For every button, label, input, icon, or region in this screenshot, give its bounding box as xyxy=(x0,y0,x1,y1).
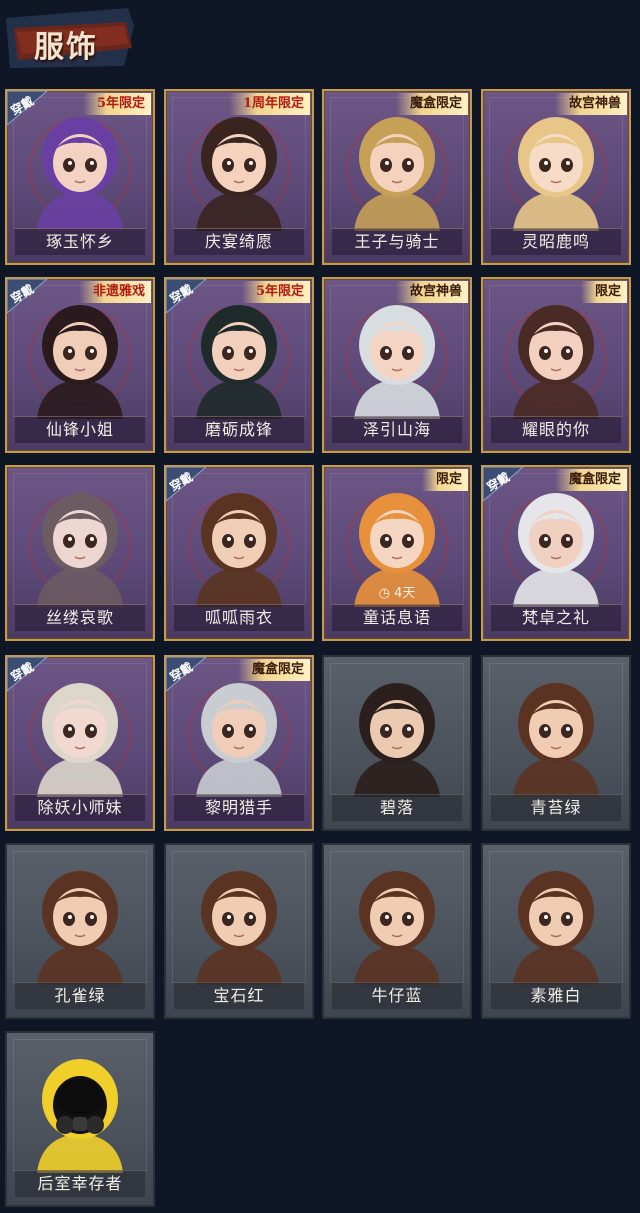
limited-badge: 非遗雅戏 xyxy=(78,281,151,303)
wearing-tag: 穿戴 xyxy=(7,657,61,695)
header-tab: 服饰 xyxy=(6,8,134,68)
outfit-card[interactable]: 限定耀眼的你 xyxy=(481,277,631,453)
outfit-card[interactable]: 青苔绿 xyxy=(481,655,631,831)
outfit-card[interactable]: 孔雀绿 xyxy=(5,843,155,1019)
limited-badge: 5年限定 xyxy=(241,281,310,303)
outfit-card[interactable]: 穿戴呱呱雨衣 xyxy=(164,465,314,641)
outfit-name: 梵卓之礼 xyxy=(491,604,621,631)
outfit-name: 王子与骑士 xyxy=(332,228,462,255)
outfit-name: 灵昭鹿鸣 xyxy=(491,228,621,255)
outfit-name: 素雅白 xyxy=(491,982,621,1009)
outfit-card[interactable]: 穿戴 魔盒限定梵卓之礼 xyxy=(481,465,631,641)
outfit-card[interactable]: 限定 ◷ 4天童话息语 xyxy=(322,465,472,641)
outfit-name: 琢玉怀乡 xyxy=(15,228,145,255)
outfit-card[interactable]: 穿戴 非遗雅戏仙锋小姐 xyxy=(5,277,155,453)
outfit-name: 孔雀绿 xyxy=(15,982,145,1009)
character-portrait xyxy=(354,871,440,985)
limited-badge: 5年限定 xyxy=(82,93,151,115)
outfit-name: 牛仔蓝 xyxy=(332,982,462,1009)
outfit-name: 除妖小师妹 xyxy=(15,794,145,821)
outfit-card[interactable]: 故宫神兽灵昭鹿鸣 xyxy=(481,89,631,265)
wearing-tag: 穿戴 xyxy=(7,91,61,129)
outfit-name: 青苔绿 xyxy=(491,794,621,821)
limited-badge: 故宫神兽 xyxy=(554,93,627,115)
outfit-card[interactable]: 穿戴 5年限定磨砺成锋 xyxy=(164,277,314,453)
outfit-name: 童话息语 xyxy=(332,604,462,631)
outfit-card[interactable]: 穿戴除妖小师妹 xyxy=(5,655,155,831)
limited-badge: 故宫神兽 xyxy=(395,281,468,303)
outfit-card[interactable]: 牛仔蓝 xyxy=(322,843,472,1019)
page-title: 服饰 xyxy=(34,30,98,65)
limited-badge: 限定 xyxy=(580,281,627,303)
outfit-card[interactable]: 1周年限定庆宴绮愿 xyxy=(164,89,314,265)
outfit-card[interactable]: 碧落 xyxy=(322,655,472,831)
expiry-timer: ◷ 4天 xyxy=(324,582,470,601)
outfit-card[interactable]: 穿戴 5年限定琢玉怀乡 xyxy=(5,89,155,265)
outfit-card[interactable]: 素雅白 xyxy=(481,843,631,1019)
limited-badge: 1周年限定 xyxy=(228,93,310,115)
character-portrait xyxy=(354,683,440,797)
character-portrait xyxy=(513,871,599,985)
character-portrait xyxy=(37,1059,123,1173)
limited-badge: 魔盒限定 xyxy=(395,93,468,115)
outfit-card[interactable]: 故宫神兽泽引山海 xyxy=(322,277,472,453)
outfit-name: 宝石红 xyxy=(174,982,304,1009)
character-portrait xyxy=(37,871,123,985)
character-portrait xyxy=(513,683,599,797)
outfit-card[interactable]: 穿戴 魔盒限定黎明猎手 xyxy=(164,655,314,831)
limited-badge: 魔盒限定 xyxy=(237,659,310,681)
outfit-card[interactable]: 宝石红 xyxy=(164,843,314,1019)
outfit-name: 泽引山海 xyxy=(332,416,462,443)
limited-badge: 限定 xyxy=(421,469,468,491)
timer-value: 4天 xyxy=(394,586,416,601)
outfit-name: 丝缕哀歌 xyxy=(15,604,145,631)
outfit-name: 耀眼的你 xyxy=(491,416,621,443)
outfit-card[interactable]: 丝缕哀歌 xyxy=(5,465,155,641)
character-portrait xyxy=(196,871,282,985)
wearing-tag: 穿戴 xyxy=(7,279,61,317)
outfit-name: 庆宴绮愿 xyxy=(174,228,304,255)
outfit-name: 黎明猎手 xyxy=(174,794,304,821)
outfit-name: 碧落 xyxy=(332,794,462,821)
outfit-name: 仙锋小姐 xyxy=(15,416,145,443)
outfit-name: 后室幸存者 xyxy=(15,1170,145,1197)
outfit-name: 磨砺成锋 xyxy=(174,416,304,443)
wearing-tag: 穿戴 xyxy=(166,467,220,505)
wearing-tag: 穿戴 xyxy=(483,467,537,505)
outfit-card[interactable]: 后室幸存者 xyxy=(5,1031,155,1207)
wearing-tag: 穿戴 xyxy=(166,279,220,317)
outfit-name: 呱呱雨衣 xyxy=(174,604,304,631)
wearing-tag: 穿戴 xyxy=(166,657,220,695)
limited-badge: 魔盒限定 xyxy=(554,469,627,491)
character-portrait xyxy=(29,493,131,607)
outfit-card[interactable]: 魔盒限定王子与骑士 xyxy=(322,89,472,265)
clock-icon: ◷ xyxy=(378,586,395,601)
